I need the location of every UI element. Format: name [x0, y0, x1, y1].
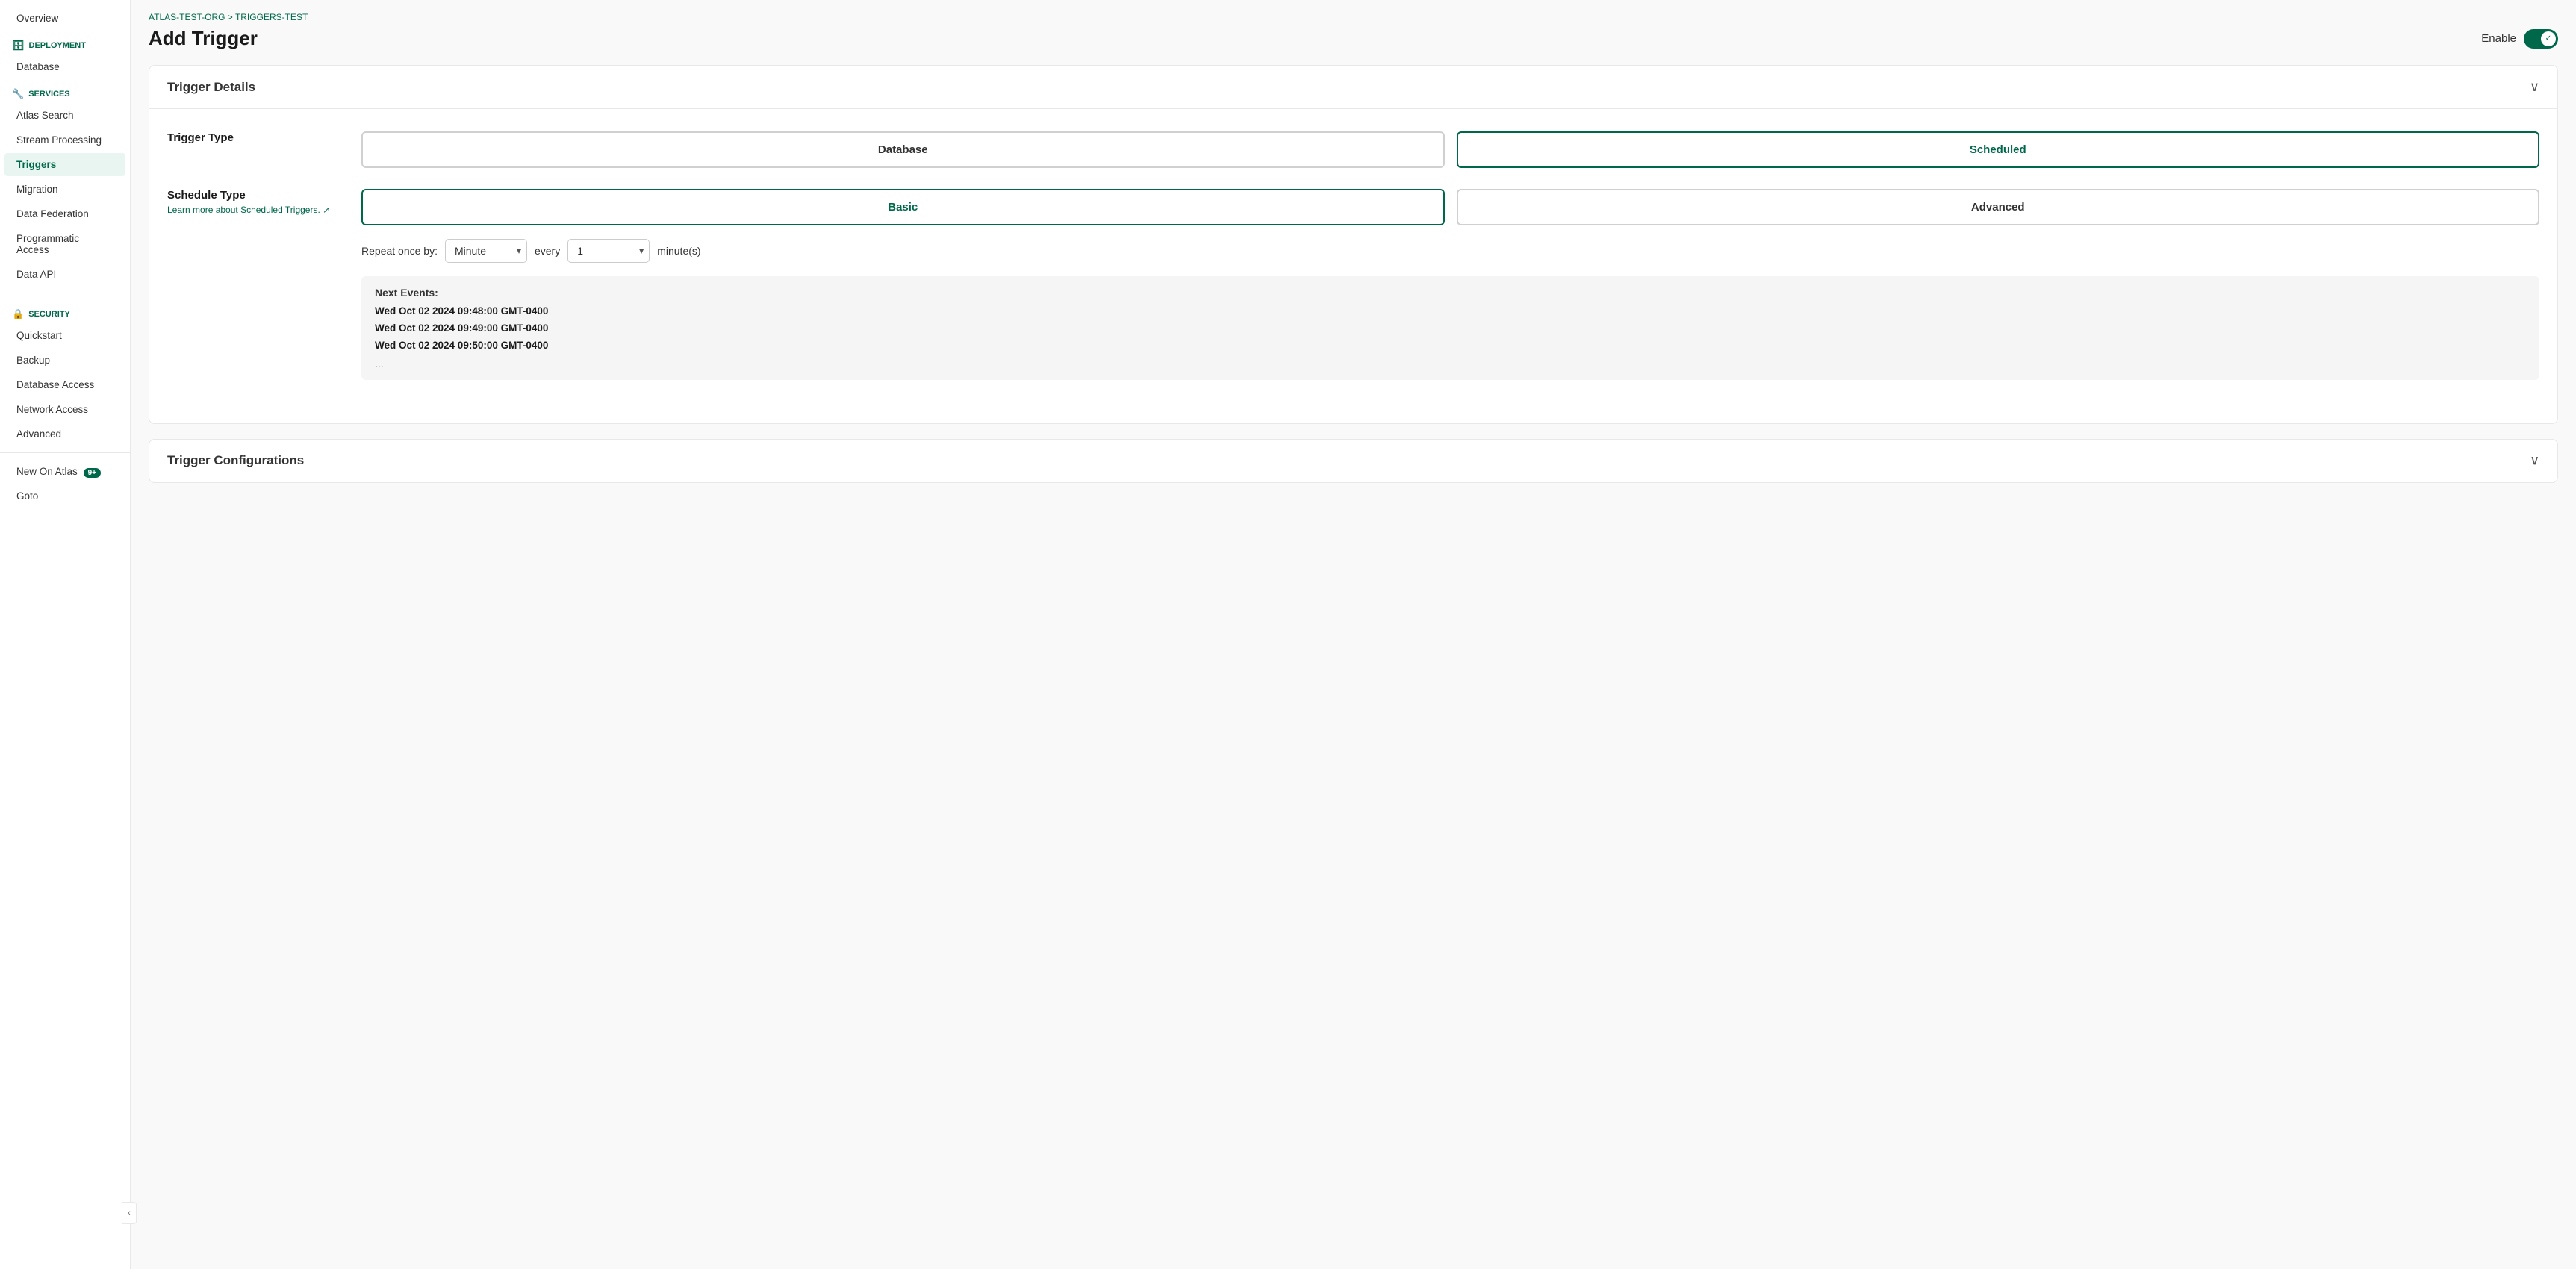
sidebar-item-database[interactable]: Database — [4, 55, 125, 78]
advanced-schedule-button[interactable]: Advanced — [1457, 189, 2540, 225]
sidebar-item-new-on-atlas[interactable]: New On Atlas 9+ — [4, 460, 125, 483]
sidebar-item-data-api[interactable]: Data API — [4, 263, 125, 286]
sidebar-item-backup[interactable]: Backup — [4, 349, 125, 372]
repeat-row: Repeat once by: Minute ▾ every 1 — [361, 239, 2539, 263]
trigger-type-label: Trigger Type — [167, 131, 361, 144]
main-content: ATLAS-TEST-ORG > TRIGGERS-TEST Add Trigg… — [131, 0, 2576, 1269]
scheduled-type-button[interactable]: Scheduled — [1457, 131, 2540, 168]
services-icon: 🔧 — [12, 88, 24, 100]
minute-select[interactable]: Minute — [445, 239, 527, 263]
trigger-configurations-title: Trigger Configurations — [167, 453, 304, 468]
next-event-3: Wed Oct 02 2024 09:50:00 GMT-0400 — [375, 337, 2526, 355]
trigger-details-card-header[interactable]: Trigger Details ∨ — [149, 66, 2557, 108]
trigger-type-row: Trigger Type Database Scheduled — [167, 131, 2539, 168]
external-link-icon: ↗ — [323, 205, 330, 215]
sidebar-item-atlas-search[interactable]: Atlas Search — [4, 104, 125, 127]
database-type-button[interactable]: Database — [361, 131, 1445, 168]
schedule-type-buttons: Basic Advanced — [361, 189, 2539, 225]
trigger-details-title: Trigger Details — [167, 80, 255, 95]
sidebar-item-data-federation[interactable]: Data Federation — [4, 202, 125, 225]
breadcrumb-org[interactable]: ATLAS-TEST-ORG — [149, 12, 225, 22]
toggle-knob: ✓ — [2541, 31, 2556, 46]
new-on-atlas-badge: 9+ — [84, 468, 101, 478]
interval-select[interactable]: 1 — [567, 239, 650, 263]
sidebar: Overview 🗄 DEPLOYMENT Database 🔧 SERVICE… — [0, 0, 131, 1269]
every-label: every — [535, 245, 560, 257]
next-events-title: Next Events: — [375, 287, 2526, 299]
sidebar-item-database-access[interactable]: Database Access — [4, 373, 125, 396]
trigger-configurations-card-header[interactable]: Trigger Configurations ∧ — [149, 440, 2557, 482]
sidebar-services-section: 🔧 SERVICES — [0, 79, 130, 103]
sidebar-item-migration[interactable]: Migration — [4, 178, 125, 201]
sidebar-item-stream-processing[interactable]: Stream Processing — [4, 128, 125, 152]
breadcrumb-cluster[interactable]: TRIGGERS-TEST — [235, 12, 308, 22]
trigger-type-controls: Database Scheduled — [361, 131, 2539, 168]
page-title: Add Trigger — [149, 27, 258, 50]
deployment-icon: 🗄 — [12, 40, 25, 52]
next-event-2: Wed Oct 02 2024 09:49:00 GMT-0400 — [375, 320, 2526, 337]
trigger-details-card: Trigger Details ∨ Trigger Type Database … — [149, 65, 2558, 424]
enable-label: Enable — [2481, 32, 2516, 45]
breadcrumb: ATLAS-TEST-ORG > TRIGGERS-TEST — [149, 12, 2558, 22]
page-title-row: Add Trigger Enable ✓ — [149, 27, 2558, 50]
repeat-once-by-label: Repeat once by: — [361, 245, 438, 257]
next-events-box: Next Events: Wed Oct 02 2024 09:48:00 GM… — [361, 276, 2539, 380]
next-events-ellipsis: ... — [375, 358, 2526, 370]
trigger-configurations-card: Trigger Configurations ∧ — [149, 439, 2558, 483]
trigger-details-body: Trigger Type Database Scheduled Schedule… — [149, 109, 2557, 423]
sidebar-item-triggers[interactable]: Triggers — [4, 153, 125, 176]
next-event-1: Wed Oct 02 2024 09:48:00 GMT-0400 — [375, 303, 2526, 320]
sidebar-item-network-access[interactable]: Network Access — [4, 398, 125, 421]
minute-select-wrapper: Minute ▾ — [445, 239, 527, 263]
sidebar-deployment-section: 🗄 DEPLOYMENT — [0, 31, 130, 54]
trigger-type-label-col: Trigger Type — [167, 131, 361, 144]
sidebar-item-programmatic-access[interactable]: Programmatic Access — [4, 227, 125, 261]
trigger-details-chevron: ∨ — [2530, 79, 2539, 95]
learn-more-link[interactable]: Learn more about Scheduled Triggers. ↗ — [167, 205, 361, 215]
schedule-type-label: Schedule Type — [167, 189, 361, 202]
schedule-type-label-col: Schedule Type Learn more about Scheduled… — [167, 189, 361, 215]
enable-toggle[interactable]: ✓ — [2524, 29, 2558, 49]
trigger-configurations-chevron: ∧ — [2530, 453, 2539, 469]
basic-schedule-button[interactable]: Basic — [361, 189, 1445, 225]
sidebar-item-quickstart[interactable]: Quickstart — [4, 324, 125, 347]
schedule-type-row: Schedule Type Learn more about Scheduled… — [167, 189, 2539, 380]
sidebar-item-goto[interactable]: Goto — [4, 484, 125, 508]
sidebar-item-advanced[interactable]: Advanced — [4, 423, 125, 446]
sidebar-item-overview[interactable]: Overview — [4, 7, 125, 30]
schedule-controls: Basic Advanced Repeat once by: Minute ▾ … — [361, 189, 2539, 380]
breadcrumb-separator: > — [225, 12, 234, 22]
security-icon: 🔒 — [12, 308, 24, 320]
enable-toggle-row: Enable ✓ — [2481, 29, 2558, 49]
sidebar-security-section: 🔒 SECURITY — [0, 299, 130, 323]
interval-select-wrapper: 1 ▾ — [567, 239, 650, 263]
minutes-suffix-label: minute(s) — [657, 245, 700, 257]
sidebar-collapse-button[interactable]: ‹ — [122, 1202, 131, 1224]
